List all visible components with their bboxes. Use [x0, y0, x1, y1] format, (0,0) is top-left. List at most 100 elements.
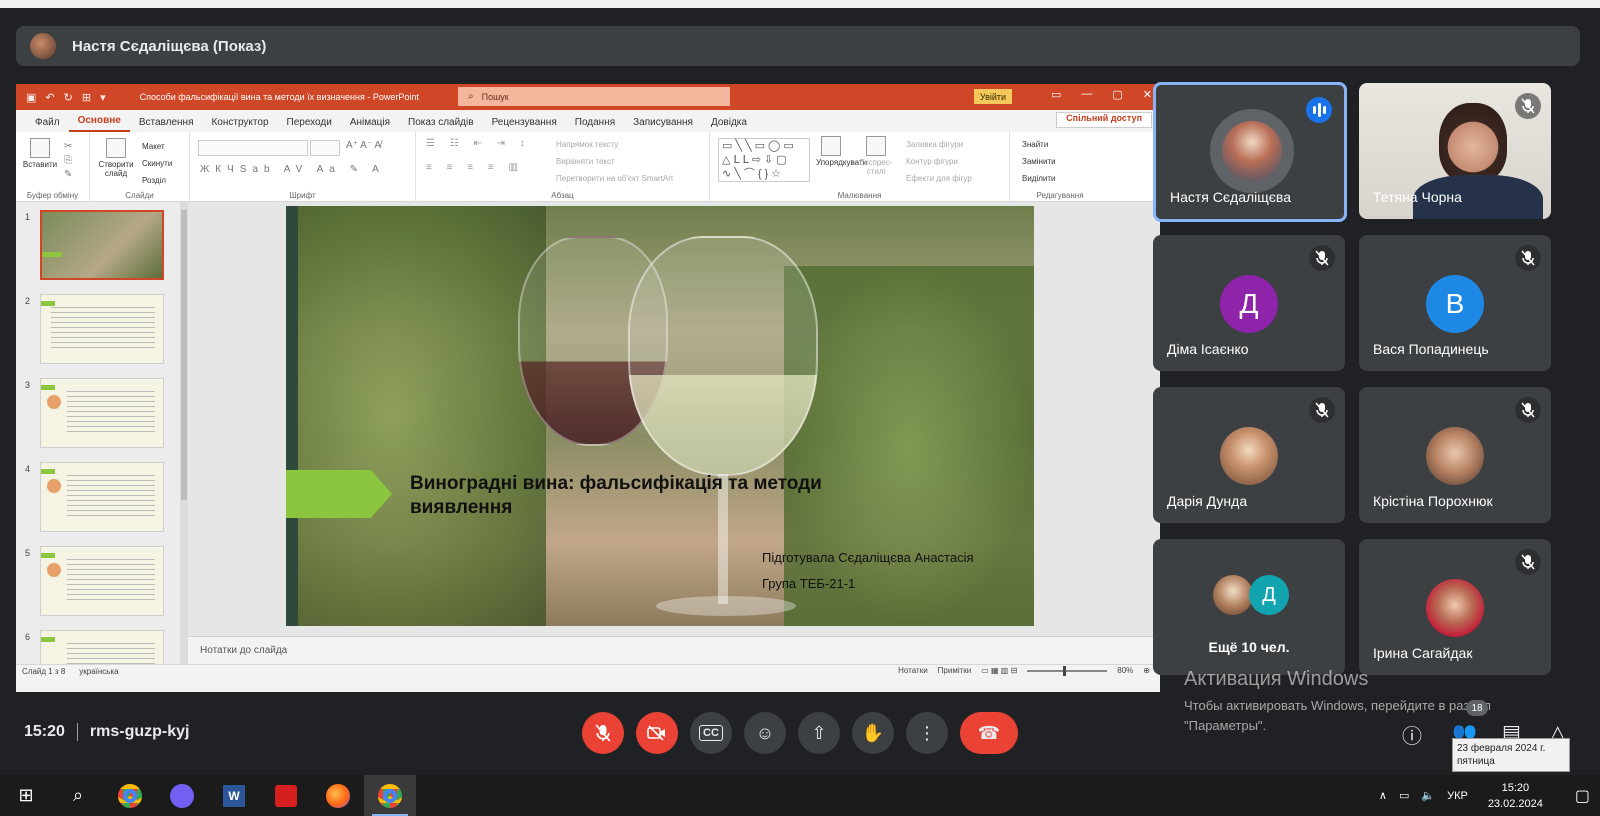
tab-animation[interactable]: Анімація [341, 117, 399, 132]
save-icon[interactable]: ▣ [26, 91, 36, 104]
shape-effects-button[interactable]: Ефекти для фігур [906, 174, 972, 183]
acrobat-taskbar-button[interactable] [260, 775, 312, 816]
chrome-taskbar-button[interactable] [104, 775, 156, 816]
taskbar-clock[interactable]: 15:20 23.02.2024 [1488, 780, 1543, 812]
smartart-button[interactable]: Перетворити на об'єкт SmartArt [556, 174, 673, 183]
mic-toggle-button[interactable] [582, 712, 624, 754]
tab-slideshow[interactable]: Показ слайдів [399, 117, 483, 132]
raise-hand-button[interactable]: ✋ [852, 712, 894, 754]
thumbnail-row[interactable]: 6 [16, 630, 188, 664]
slide-thumbnail[interactable] [40, 210, 164, 280]
list-buttons[interactable]: ☰ ☷ ⇤ ⇥ ↕ [426, 138, 531, 149]
signin-button[interactable]: Увійти [974, 89, 1012, 104]
text-direction-button[interactable]: Напрямок тексту [556, 140, 618, 149]
reset-button[interactable]: Скинути [142, 159, 172, 168]
participant-tile[interactable]: В Вася Попадинець [1359, 235, 1551, 371]
participant-tile[interactable]: Ірина Сагайдак [1359, 539, 1551, 675]
fit-slide-icon[interactable]: ⊕ [1143, 666, 1150, 675]
slide-thumbnail[interactable] [40, 378, 164, 448]
minimize-icon[interactable]: — [1081, 88, 1092, 101]
ribbon-display-icon[interactable]: ▭ [1051, 88, 1061, 101]
start-button[interactable]: ⊞ [0, 775, 52, 816]
customize-icon[interactable]: ▾ [100, 91, 106, 104]
maximize-icon[interactable]: ▢ [1112, 88, 1122, 101]
close-icon[interactable]: ✕ [1143, 88, 1152, 101]
thumbnail-row[interactable]: 1 [16, 210, 188, 284]
leave-call-button[interactable]: ☎ [960, 712, 1018, 754]
slide-thumbnail[interactable] [40, 546, 164, 616]
zoom-handle[interactable] [1063, 665, 1067, 676]
ppt-search-box[interactable]: ⌕ Пошук [458, 87, 730, 106]
quick-styles-button[interactable]: Експрес-стилі [858, 136, 894, 176]
slide-thumbnail[interactable] [40, 462, 164, 532]
tab-transitions[interactable]: Переходи [278, 117, 341, 132]
redo-icon[interactable]: ↻ [64, 91, 73, 104]
current-slide[interactable]: Виноградні вина: фальсифікація та методи… [286, 206, 1034, 626]
align-buttons[interactable]: ≡ ≡ ≡ ≡ ▥ [426, 162, 524, 173]
find-button[interactable]: Знайти [1022, 140, 1048, 149]
participant-tile[interactable]: Крістіна Порохнюк [1359, 387, 1551, 523]
thumbnail-row[interactable]: 5 [16, 546, 188, 620]
notifications-icon[interactable]: ▢ [1575, 786, 1590, 806]
notes-pane[interactable]: Нотатки до слайда [188, 636, 1160, 664]
network-icon[interactable]: ▭ [1399, 789, 1409, 802]
meeting-details-icon[interactable]: ⓘ [1402, 720, 1422, 749]
viber-taskbar-button[interactable] [156, 775, 208, 816]
present-screen-button[interactable]: ⇧ [798, 712, 840, 754]
font-size-buttons[interactable]: A⁺ A⁻ A̸ [346, 140, 381, 151]
slide-thumbnail[interactable] [40, 630, 164, 664]
thumbnail-row[interactable]: 3 [16, 378, 188, 452]
undo-icon[interactable]: ↶ [45, 91, 54, 104]
tray-expand-icon[interactable]: ∧ [1379, 789, 1387, 802]
replace-button[interactable]: Замінити [1022, 157, 1056, 166]
tab-insert[interactable]: Вставлення [130, 117, 203, 132]
zoom-level[interactable]: 80% [1117, 666, 1133, 675]
tab-view[interactable]: Подання [566, 117, 624, 132]
tab-help[interactable]: Довідка [702, 117, 756, 132]
participant-tile[interactable]: Д Діма Ісаєнко [1153, 235, 1345, 371]
firefox-taskbar-button[interactable] [312, 775, 364, 816]
search-button[interactable]: ⌕ [52, 775, 104, 816]
tab-design[interactable]: Конструктор [202, 117, 277, 132]
view-buttons[interactable]: ▭ ▦ ▥ ⊟ [981, 666, 1017, 675]
select-button[interactable]: Виділити [1022, 174, 1056, 183]
chrome-active-taskbar-button[interactable] [364, 775, 416, 816]
shape-outline-button[interactable]: Контур фігури [906, 157, 958, 166]
tab-home[interactable]: Основне [68, 115, 130, 132]
tab-file[interactable]: Файл [26, 117, 69, 132]
font-name-select[interactable] [198, 140, 308, 156]
thumbnails-scrollbar[interactable] [180, 202, 188, 664]
word-taskbar-button[interactable]: W [208, 775, 260, 816]
camera-toggle-button[interactable] [636, 712, 678, 754]
slide-thumbnail[interactable] [40, 294, 164, 364]
tab-record[interactable]: Записування [624, 117, 702, 132]
scroll-thumb[interactable] [181, 210, 187, 500]
share-button[interactable]: Спільний доступ [1056, 112, 1152, 128]
zoom-slider[interactable] [1027, 665, 1108, 676]
language-indicator[interactable]: УКР [1447, 790, 1468, 802]
tab-review[interactable]: Рецензування [483, 117, 566, 132]
font-format-buttons[interactable]: ЖКЧSab AV Aa ✎ A [200, 164, 385, 175]
comments-toggle[interactable]: Примітки [938, 666, 972, 675]
thumbnail-row[interactable]: 4 [16, 462, 188, 536]
participant-tile[interactable]: Дарія Дунда [1153, 387, 1345, 523]
clipboard-small-icons[interactable]: ✂ ⎘ ✎ [64, 140, 72, 182]
more-participants-tile[interactable]: Д Ещё 10 чел. [1153, 539, 1345, 675]
present-icon[interactable]: ⊞ [82, 91, 91, 104]
section-button[interactable]: Розділ [142, 176, 166, 185]
volume-icon[interactable]: 🔈 [1421, 789, 1435, 802]
thumbnail-row[interactable]: 2 [16, 294, 188, 368]
layout-button[interactable]: Макет [142, 142, 165, 151]
notes-toggle[interactable]: Нотатки [898, 666, 928, 675]
shapes-gallery[interactable]: ▭╲╲▭◯▭ △ᒪᒪ⇨⇩▢ ∿╲⌒{}☆ [718, 138, 810, 182]
shape-fill-button[interactable]: Заливка фігури [906, 140, 963, 149]
align-text-button[interactable]: Вирівняти текст [556, 157, 615, 166]
language-indicator[interactable]: українська [79, 667, 118, 676]
paste-button[interactable]: Вставити [22, 138, 58, 169]
participant-tile-speaking[interactable]: Настя Сєдаліщєва [1153, 82, 1347, 222]
new-slide-button[interactable]: Створити слайд [96, 138, 136, 178]
participant-tile-video[interactable]: Тетяна Чорна [1359, 83, 1551, 219]
meeting-code[interactable]: rms-guzp-kyj [90, 723, 190, 741]
reactions-button[interactable]: ☺ [744, 712, 786, 754]
captions-button[interactable]: CC [690, 712, 732, 754]
